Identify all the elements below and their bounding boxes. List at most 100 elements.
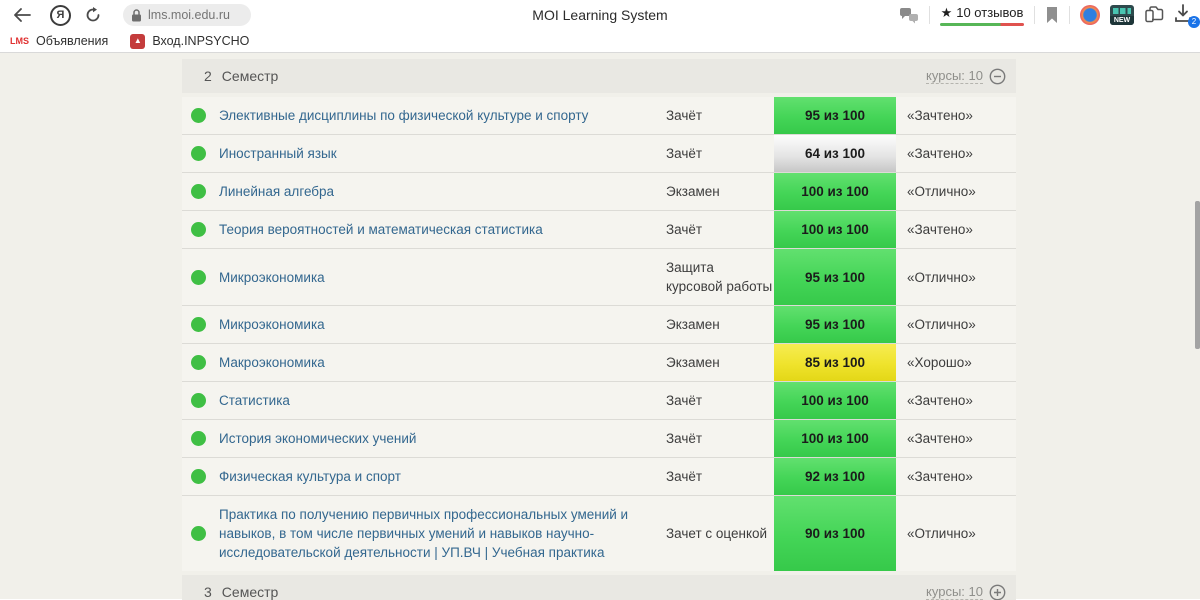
course-status-dot-icon [191, 393, 206, 408]
table-row: История экономических учений Зачёт 100 и… [182, 420, 1016, 458]
grade-text: «Отлично» [907, 269, 976, 285]
course-link[interactable]: Микроэкономика [219, 317, 325, 332]
assessment-type: Экзамен [666, 355, 720, 370]
course-status-dot-icon [191, 526, 206, 541]
assessment-type: Экзамен [666, 317, 720, 332]
status-dot-cell [182, 355, 219, 370]
table-row: Иностранный язык Зачёт 64 из 100 «Зачтен… [182, 135, 1016, 173]
table-row: Микроэкономика Экзамен 95 из 100 «Отличн… [182, 306, 1016, 344]
address-bar[interactable]: lms.moi.edu.ru [123, 4, 251, 26]
collapse-semester-icon[interactable] [989, 68, 1006, 85]
table-row: Линейная алгебра Экзамен 100 из 100 «Отл… [182, 173, 1016, 211]
status-dot-cell [182, 184, 219, 199]
assessment-type: Зачёт [666, 431, 703, 446]
status-dot-cell [182, 222, 219, 237]
course-status-dot-icon [191, 317, 206, 332]
status-dot-cell [182, 469, 219, 484]
score-badge: 100 из 100 [774, 420, 896, 457]
score-text: 100 из 100 [801, 184, 869, 199]
assessment-type: Зачёт [666, 108, 703, 123]
course-status-dot-icon [191, 146, 206, 161]
course-link[interactable]: Макроэкономика [219, 355, 325, 370]
course-link[interactable]: Теория вероятностей и математическая ста… [219, 222, 543, 237]
bookmark-announcements[interactable]: LMS Объявления [10, 34, 108, 48]
course-status-dot-icon [191, 184, 206, 199]
score-badge: 100 из 100 [774, 211, 896, 248]
semester-3-header: 3 Семестр курсы: 10 [182, 575, 1016, 600]
course-link[interactable]: Элективные дисциплины по физической куль… [219, 108, 588, 123]
course-link[interactable]: Иностранный язык [219, 146, 337, 161]
score-badge: 95 из 100 [774, 306, 896, 343]
score-text: 100 из 100 [801, 431, 869, 446]
course-link[interactable]: Линейная алгебра [219, 184, 334, 199]
score-badge: 90 из 100 [774, 496, 896, 571]
downloads-button[interactable]: 2 [1174, 4, 1200, 28]
download-count-badge: 2 [1188, 16, 1200, 28]
score-text: 95 из 100 [804, 317, 866, 332]
back-button[interactable] [8, 2, 36, 28]
status-dot-cell [182, 393, 219, 408]
course-link[interactable]: Практика по получению первичных професси… [219, 507, 628, 560]
score-badge: 100 из 100 [774, 382, 896, 419]
assessment-type: Защита курсовой работы [666, 260, 773, 294]
grade-text: «Отлично» [907, 317, 976, 332]
course-status-dot-icon [191, 269, 206, 285]
score-text: 64 из 100 [804, 146, 866, 161]
back-arrow-icon [13, 8, 31, 22]
score-text: 85 из 100 [804, 355, 866, 370]
grade-text: «Зачтено» [907, 393, 973, 408]
divider [929, 6, 930, 24]
course-link[interactable]: Физическая культура и спорт [219, 469, 401, 484]
expand-semester-icon[interactable] [989, 584, 1006, 600]
divider [1069, 6, 1070, 24]
assessment-type: Зачёт [666, 146, 703, 161]
rating-bar [940, 22, 1024, 26]
grades-table: 2 Семестр курсы: 10 Элективные дисциплин… [182, 59, 1016, 600]
table-row: Макроэкономика Экзамен 85 из 100 «Хорошо… [182, 344, 1016, 382]
star-icon: ★ [940, 4, 953, 20]
assessment-type: Зачёт [666, 222, 703, 237]
assessment-type: Зачёт [666, 469, 703, 484]
grade-text: «Отлично» [907, 526, 976, 541]
inpsycho-favicon: ▲ [130, 33, 146, 49]
semester-3-courses-link[interactable]: курсы: 10 [926, 584, 983, 600]
score-text: 90 из 100 [804, 526, 866, 541]
bookmark-inpsycho[interactable]: ▲ Вход.INPSYCHO [130, 33, 249, 49]
course-status-dot-icon [191, 108, 206, 123]
extension-circle-icon[interactable] [1080, 5, 1100, 25]
semester-2-courses-link[interactable]: курсы: 10 [926, 68, 983, 84]
table-row: Статистика Зачёт 100 из 100 «Зачтено» [182, 382, 1016, 420]
score-badge: 95 из 100 [774, 97, 896, 134]
score-badge: 64 из 100 [774, 135, 896, 172]
bookmarks-bar: LMS Объявления ▲ Вход.INPSYCHO [0, 30, 1200, 53]
course-link[interactable]: История экономических учений [219, 431, 416, 446]
refresh-icon [85, 7, 101, 23]
course-status-dot-icon [191, 355, 206, 370]
course-status-dot-icon [191, 469, 206, 484]
grade-text: «Отлично» [907, 184, 976, 199]
refresh-button[interactable] [79, 2, 107, 28]
course-link[interactable]: Статистика [219, 393, 290, 408]
collections-icon[interactable] [1144, 6, 1164, 24]
status-dot-cell [182, 431, 219, 446]
lock-icon [131, 8, 142, 22]
chat-bubbles-icon[interactable] [899, 6, 919, 24]
extension-new-icon[interactable]: NEW [1110, 5, 1134, 25]
rating-text: 10 отзывов [956, 5, 1024, 20]
site-rating[interactable]: ★ 10 отзывов [940, 5, 1024, 26]
semester-2-header: 2 Семестр курсы: 10 [182, 59, 1016, 93]
url-text: lms.moi.edu.ru [148, 8, 230, 22]
scrollbar-thumb[interactable] [1195, 201, 1200, 349]
status-dot-cell [182, 269, 219, 285]
course-status-dot-icon [191, 431, 206, 446]
assessment-type: Зачёт [666, 393, 703, 408]
course-link[interactable]: Микроэкономика [219, 270, 325, 285]
score-text: 92 из 100 [804, 469, 866, 484]
assessment-type: Экзамен [666, 184, 720, 199]
grade-text: «Зачтено» [907, 108, 973, 123]
grade-text: «Зачтено» [907, 469, 973, 484]
yandex-browser-icon[interactable]: Я [50, 4, 71, 26]
browser-toolbar: Я lms.moi.edu.ru MOI Learning System ★ 1… [0, 0, 1200, 30]
score-text: 95 из 100 [804, 269, 866, 285]
bookmark-flag-icon[interactable] [1045, 6, 1059, 24]
